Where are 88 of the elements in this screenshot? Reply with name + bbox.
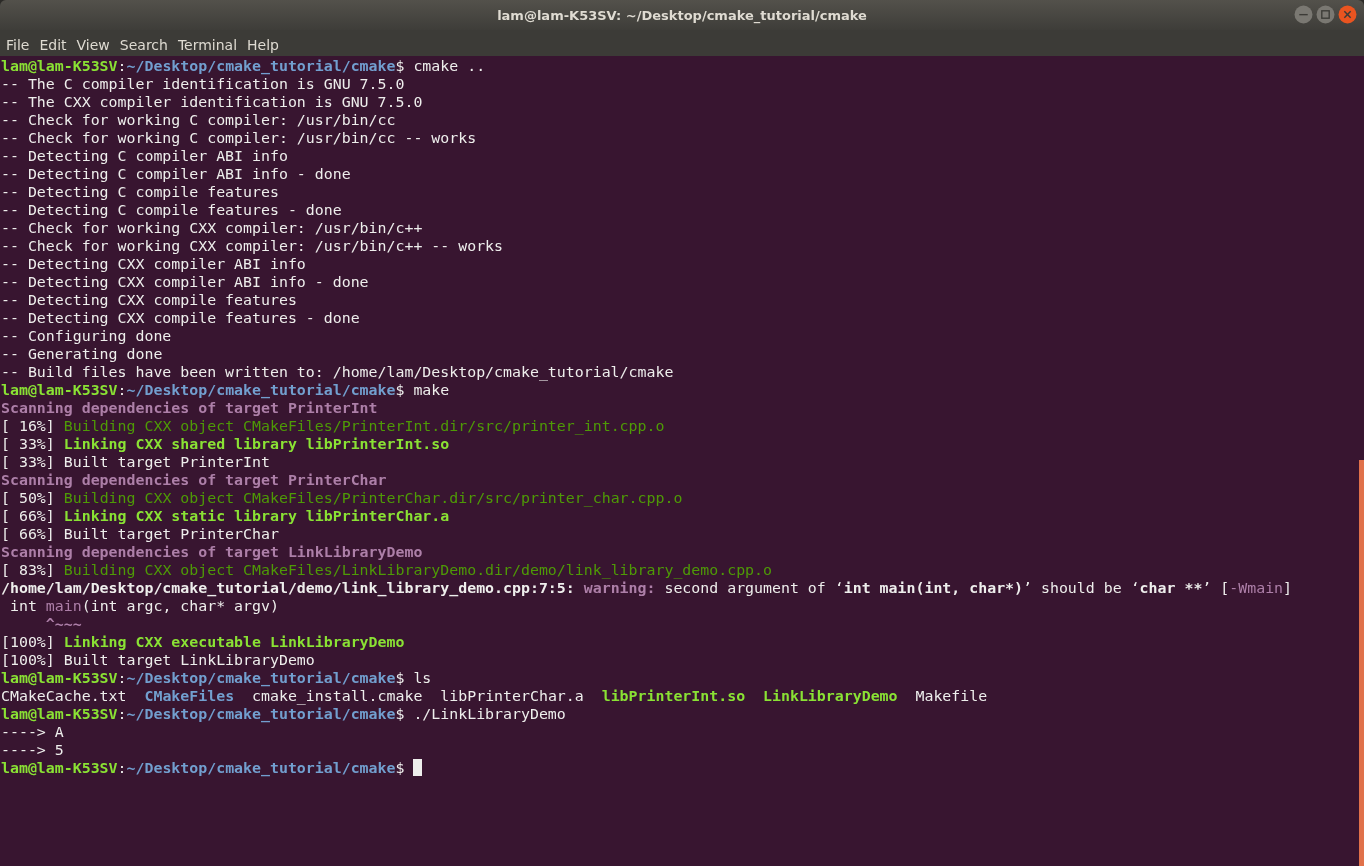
terminal-text: -- Configuring done bbox=[1, 327, 172, 345]
terminal-text: -- Detecting C compile features bbox=[1, 183, 279, 201]
terminal-text: -- Detecting CXX compile features - done bbox=[1, 309, 360, 327]
terminal-text: [ 66%] bbox=[1, 507, 56, 525]
terminal-text: char ** bbox=[1139, 579, 1203, 597]
menu-item[interactable]: Edit bbox=[34, 37, 72, 53]
terminal-text: CMakeFiles bbox=[144, 687, 235, 705]
terminal-text: ~/Desktop/cmake_tutorial/cmake bbox=[126, 705, 396, 723]
minimize-icon[interactable] bbox=[1294, 5, 1313, 24]
terminal-text: lam@lam-K53SV bbox=[1, 57, 118, 75]
terminal-text: ~/Desktop/cmake_tutorial/cmake bbox=[126, 381, 396, 399]
terminal-text: LinkLibraryDemo bbox=[763, 687, 898, 705]
terminal-text: [ 16%] bbox=[1, 417, 56, 435]
text-cursor bbox=[413, 759, 423, 776]
terminal-text: Building CXX object CMakeFiles/LinkLibraryDemo.dir/demo/link_library_demo.cpp.o bbox=[63, 561, 772, 579]
terminal-text: -- The CXX compiler identification is GNU 7.5.0 bbox=[1, 93, 423, 111]
terminal-text: Makefile bbox=[914, 687, 988, 705]
terminal-text: Building CXX object CMakeFiles/PrinterChar.dir/src/printer_char.cpp.o bbox=[63, 489, 683, 507]
terminal-text: Scanning dependencies of target LinkLibraryDemo bbox=[1, 543, 423, 561]
menu-item[interactable]: View bbox=[71, 37, 115, 53]
terminal-text: $ make bbox=[395, 381, 450, 399]
terminal-text: [ 33%] bbox=[1, 435, 56, 453]
terminal-text: -- Detecting CXX compiler ABI info - done bbox=[1, 273, 369, 291]
terminal-text: ’ [ bbox=[1202, 579, 1230, 597]
terminal-text: -- Detecting C compiler ABI info - done bbox=[1, 165, 351, 183]
menu-item[interactable]: Terminal bbox=[172, 37, 243, 53]
terminal-text: warning: bbox=[583, 579, 657, 597]
terminal-text: $ bbox=[395, 759, 406, 777]
terminal-text: -- Check for working CXX compiler: /usr/bin/c++ -- works bbox=[1, 237, 504, 255]
terminal-text: /home/lam/Desktop/cmake_tutorial/demo/link_library_demo.cpp:7:5: bbox=[1, 579, 576, 597]
maximize-icon[interactable] bbox=[1316, 5, 1335, 24]
terminal-text: $ ls bbox=[395, 669, 432, 687]
terminal-text: ----> 5 bbox=[1, 741, 64, 759]
menu-item[interactable]: Search bbox=[114, 37, 173, 53]
menu-item[interactable]: File bbox=[1, 37, 35, 53]
terminal-text: $ ./LinkLibraryDemo bbox=[395, 705, 566, 723]
terminal-text: -- Check for working C compiler: /usr/bin/cc -- works bbox=[1, 129, 477, 147]
terminal-text: -- Generating done bbox=[1, 345, 163, 363]
terminal-text: cmake_install.cmake libPrinterChar.a bbox=[251, 687, 585, 705]
terminal-text: Linking CXX executable LinkLibraryDemo bbox=[63, 633, 405, 651]
terminal-text: Linking CXX shared library libPrinterInt.so bbox=[63, 435, 450, 453]
terminal-text: : bbox=[117, 705, 127, 723]
terminal-text: ^~~~ bbox=[44, 615, 82, 633]
terminal-text: : bbox=[117, 759, 127, 777]
terminal-text: [ 50%] bbox=[1, 489, 56, 507]
terminal-text: -- Check for working C compiler: /usr/bin/cc bbox=[1, 111, 396, 129]
terminal-text: [ 83%] bbox=[1, 561, 56, 579]
terminal-text: Scanning dependencies of target PrinterChar bbox=[1, 471, 387, 489]
terminal-text: Building CXX object CMakeFiles/PrinterInt.dir/src/printer_int.cpp.o bbox=[63, 417, 665, 435]
terminal-text: lam@lam-K53SV bbox=[1, 381, 118, 399]
terminal-text: int bbox=[8, 597, 38, 615]
terminal-text: lam@lam-K53SV bbox=[1, 705, 118, 723]
terminal-text: -- The C compiler identification is GNU 7.5.0 bbox=[1, 75, 405, 93]
terminal-text: -- Build files have been written to: /home/lam/Desktop/cmake_tutorial/cmake bbox=[1, 363, 674, 381]
terminal-text: -- Detecting CXX compiler ABI info bbox=[1, 255, 306, 273]
terminal-text: (int argc, char* argv) bbox=[81, 597, 279, 615]
terminal-text: -- Check for working CXX compiler: /usr/bin/c++ bbox=[1, 219, 423, 237]
terminal-text: -- Detecting C compile features - done bbox=[1, 201, 342, 219]
terminal-text: ] bbox=[1283, 579, 1293, 597]
terminal-text: -- Detecting C compiler ABI info bbox=[1, 147, 288, 165]
scrollbar-thumb[interactable] bbox=[1359, 460, 1364, 866]
terminal-text: ’ should be ‘ bbox=[1023, 579, 1140, 597]
terminal-text: Linking CXX static library libPrinterChar.a bbox=[63, 507, 450, 525]
window-title: lam@lam-K53SV: ~/Desktop/cmake_tutorial/cmake bbox=[497, 7, 867, 23]
terminal-text: ~/Desktop/cmake_tutorial/cmake bbox=[126, 759, 396, 777]
terminal-text: second argument of ‘ bbox=[664, 579, 844, 597]
terminal-text: [100%] Built target LinkLibraryDemo bbox=[1, 651, 315, 669]
terminal-text: [ 66%] Built target PrinterChar bbox=[1, 525, 279, 543]
terminal-text: Scanning dependencies of target PrinterInt bbox=[1, 399, 378, 417]
terminal-text: CMakeCache.txt bbox=[1, 687, 128, 705]
terminal-text: ~/Desktop/cmake_tutorial/cmake bbox=[126, 669, 396, 687]
terminal-text: lam@lam-K53SV bbox=[1, 669, 118, 687]
terminal-text: [100%] bbox=[1, 633, 56, 651]
menu-item[interactable]: Help bbox=[242, 37, 284, 53]
terminal-text: : bbox=[117, 669, 127, 687]
terminal-text: $ cmake .. bbox=[395, 57, 486, 75]
terminal-text: -Wmain bbox=[1229, 579, 1284, 597]
terminal-text: libPrinterInt.so bbox=[601, 687, 747, 705]
terminal-text: int main(int, char*) bbox=[843, 579, 1024, 597]
terminal-text: ~/Desktop/cmake_tutorial/cmake bbox=[126, 57, 396, 75]
terminal-text: : bbox=[117, 57, 127, 75]
terminal-text: [ 33%] Built target PrinterInt bbox=[1, 453, 270, 471]
terminal-text: -- Detecting CXX compile features bbox=[1, 291, 297, 309]
close-icon[interactable] bbox=[1338, 5, 1357, 24]
terminal-text: ----> A bbox=[1, 723, 64, 741]
terminal-text: lam@lam-K53SV bbox=[1, 759, 118, 777]
terminal-text: main bbox=[45, 597, 82, 615]
terminal-text: : bbox=[117, 381, 127, 399]
